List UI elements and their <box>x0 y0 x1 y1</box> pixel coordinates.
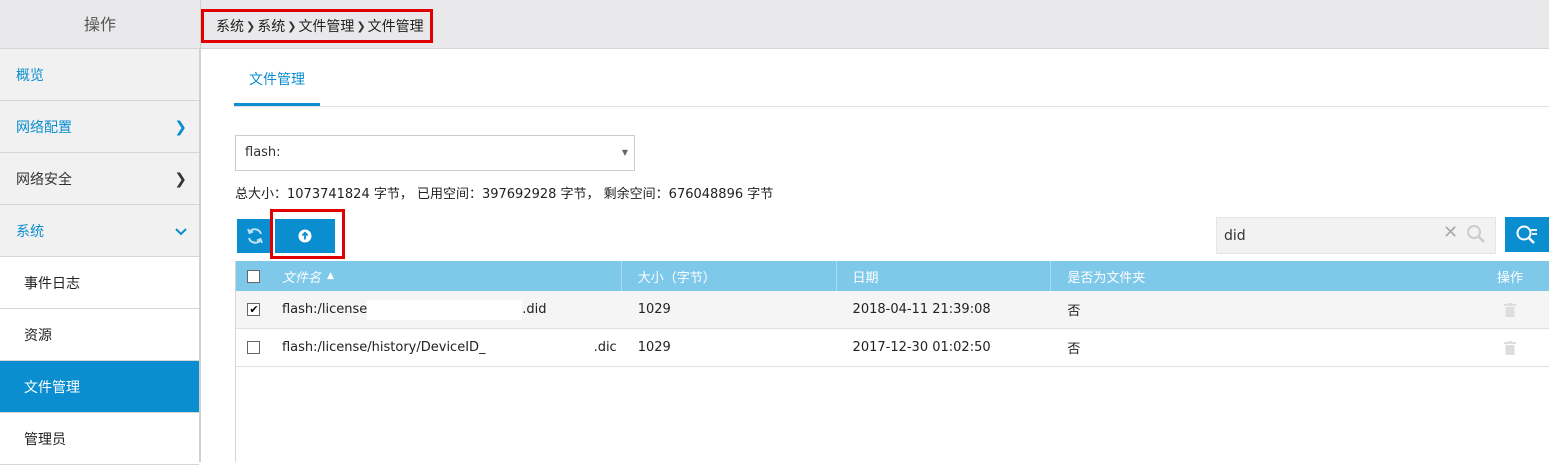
file-name: flash:/license/history/DeviceID_ .dic <box>272 329 622 366</box>
storage-select-value: flash: <box>245 145 281 160</box>
tab-divider <box>234 106 1549 107</box>
breadcrumb-item[interactable]: 系统 <box>257 16 285 36</box>
table-row[interactable]: flash:/license/history/DeviceID_ .dic 10… <box>236 329 1549 367</box>
table-row[interactable]: ✔ flash:/license .did 1029 2018-04-11 21… <box>236 291 1549 329</box>
file-is-folder: 否 <box>1067 304 1081 319</box>
sidebar-item-label: 网络安全 <box>16 171 72 188</box>
chevron-right-icon: ❯ <box>174 169 187 188</box>
file-is-folder: 否 <box>1067 342 1081 357</box>
sidebar-item-label: 网络配置 <box>16 119 72 136</box>
breadcrumb-item-current: 文件管理 <box>367 19 424 35</box>
top-bar: 操作 系统 ❯ 系统 ❯ 文件管理 ❯ 文件管理 <box>0 0 1549 49</box>
search-input[interactable] <box>1224 218 1439 253</box>
sidebar-item-network-config[interactable]: 网络配置 ❯ <box>0 101 199 153</box>
advanced-search-icon <box>1516 225 1537 244</box>
row-checkbox[interactable] <box>247 341 261 354</box>
sidebar-item-overview[interactable]: 概览 <box>0 49 199 101</box>
chevron-down-icon <box>175 222 187 240</box>
trash-icon[interactable] <box>1471 340 1549 355</box>
breadcrumb-item[interactable]: 系统 <box>216 16 244 36</box>
sidebar-subitem-file-management[interactable]: 文件管理 <box>0 361 199 413</box>
trash-icon[interactable] <box>1471 302 1549 317</box>
advanced-search-button[interactable] <box>1505 217 1549 252</box>
breadcrumb: 系统 ❯ 系统 ❯ 文件管理 ❯ 文件管理 <box>201 9 433 43</box>
column-header-size[interactable]: 大小（字节） <box>622 261 837 291</box>
dropdown-caret-icon: ▼ <box>621 148 628 157</box>
storage-select[interactable]: flash: ▼ <box>235 135 635 171</box>
refresh-button[interactable] <box>237 219 273 253</box>
row-checkbox[interactable]: ✔ <box>247 303 261 316</box>
upload-icon <box>298 229 312 243</box>
column-header-date[interactable]: 日期 <box>837 261 1052 291</box>
breadcrumb-item[interactable]: 文件管理 <box>298 16 354 36</box>
file-table: 文件名 ▲ 大小（字节） 日期 是否为文件夹 操作 ✔ flash:/licen… <box>235 261 1549 462</box>
operations-title: 操作 <box>0 0 201 49</box>
file-size: 1029 <box>637 340 671 355</box>
refresh-icon <box>247 228 263 244</box>
table-header: 文件名 ▲ 大小（字节） 日期 是否为文件夹 操作 <box>236 261 1549 291</box>
file-date: 2018-04-11 21:39:08 <box>852 302 991 317</box>
tab-file-management[interactable]: 文件管理 <box>234 62 320 106</box>
sidebar-item-label: 概览 <box>16 67 44 84</box>
file-name: flash:/license .did <box>272 291 622 328</box>
upload-button[interactable] <box>275 219 335 253</box>
redacted-block <box>485 337 594 358</box>
storage-summary: 总大小：1073741824 字节， 已用空间：397692928 字节， 剩余… <box>235 187 774 202</box>
sidebar-item-label: 系统 <box>16 223 44 240</box>
sidebar-subitem-resources[interactable]: 资源 <box>0 309 199 361</box>
chevron-right-icon: ❯ <box>356 19 366 33</box>
chevron-right-icon: ❯ <box>246 19 256 33</box>
file-size: 1029 <box>637 302 671 317</box>
clear-icon[interactable]: ✕ <box>1443 222 1458 243</box>
sort-asc-icon: ▲ <box>326 271 334 281</box>
chevron-right-icon: ❯ <box>287 19 297 33</box>
column-header-name[interactable]: 文件名 ▲ <box>272 261 622 291</box>
chevron-right-icon: ❯ <box>174 117 187 136</box>
sidebar-subitem-administrators[interactable]: 管理员 <box>0 413 199 465</box>
sidebar-item-network-security[interactable]: 网络安全 ❯ <box>0 153 199 205</box>
sidebar: 概览 网络配置 ❯ 网络安全 ❯ 系统 事件日志 资源 文件管理 管理员 <box>0 49 201 465</box>
sidebar-subitem-event-log[interactable]: 事件日志 <box>0 257 199 309</box>
sidebar-item-system[interactable]: 系统 <box>0 205 199 257</box>
column-header-operation: 操作 <box>1497 270 1524 286</box>
column-header-is-folder[interactable]: 是否为文件夹 <box>1051 261 1471 291</box>
search-icon[interactable] <box>1466 224 1486 248</box>
file-date: 2017-12-30 01:02:50 <box>852 340 991 355</box>
select-all-checkbox[interactable] <box>247 269 261 283</box>
redacted-block <box>367 299 523 320</box>
